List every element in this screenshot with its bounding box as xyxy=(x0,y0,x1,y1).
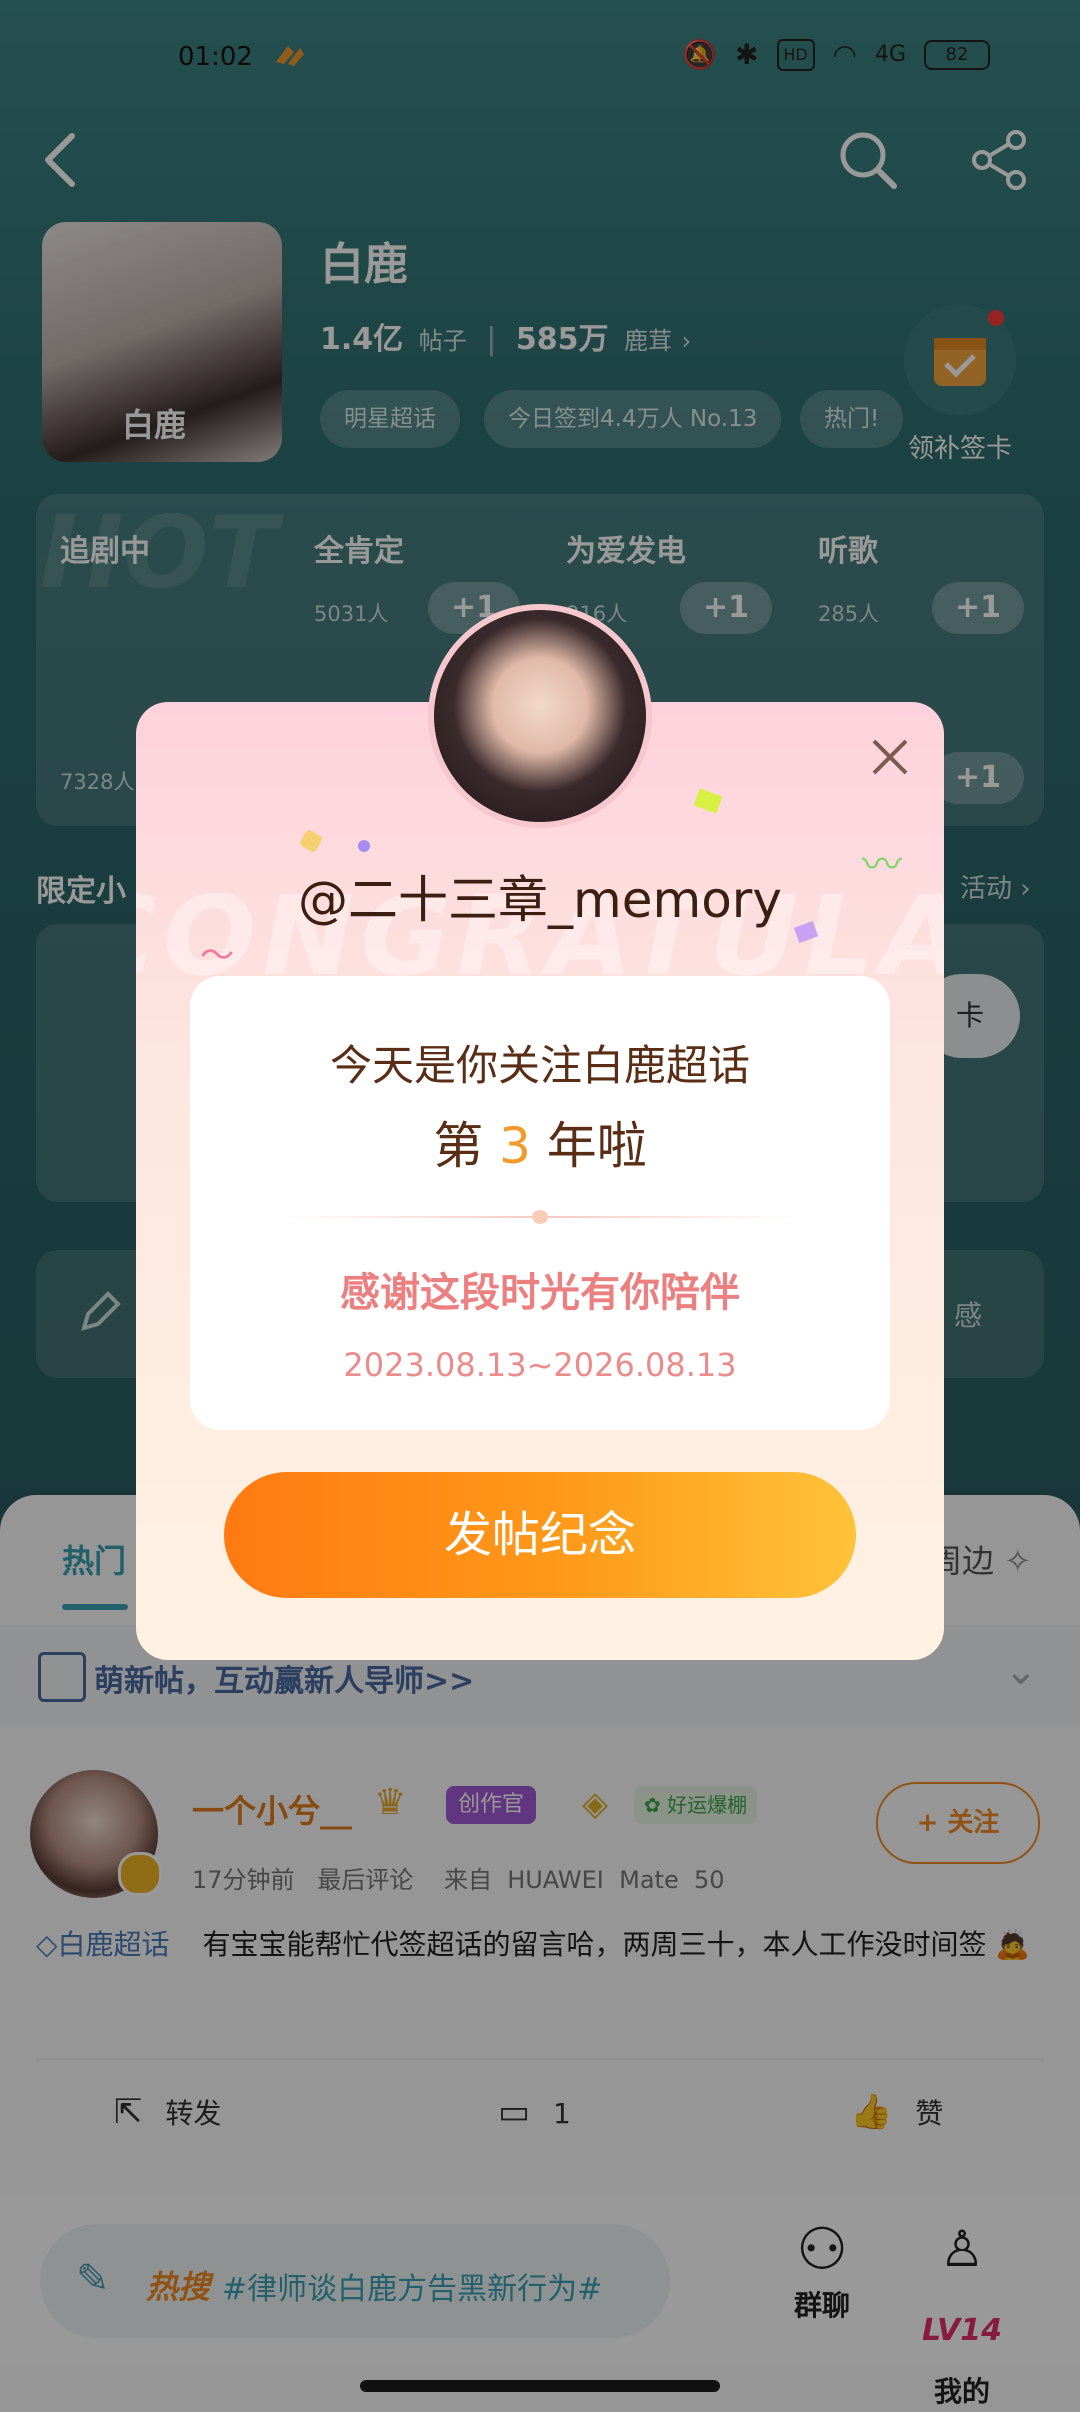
years-number: 3 xyxy=(499,1117,531,1175)
close-icon xyxy=(872,739,908,775)
date-range: 2023.08.13~2026.08.13 xyxy=(343,1346,737,1384)
years-suffix: 年啦 xyxy=(530,1117,647,1175)
modal-username: @二十三章_memory xyxy=(298,871,782,929)
post-commemorate-button[interactable]: 发帖纪念 xyxy=(224,1472,856,1598)
heart-icon xyxy=(532,1210,548,1224)
years-message: 第 3 年啦 xyxy=(190,1106,890,1178)
confetti-dot xyxy=(358,840,370,852)
years-prefix: 第 xyxy=(433,1117,500,1175)
follow-message: 今天是你关注白鹿超话 xyxy=(329,1041,750,1090)
confetti-gold xyxy=(298,828,324,854)
home-indicator[interactable] xyxy=(360,2380,720,2392)
thanks-message: 感谢这段时光有你陪伴 xyxy=(340,1270,740,1316)
anniversary-card: 今天是你关注白鹿超话 第 3 年啦 感谢这段时光有你陪伴 2023.08.13~… xyxy=(190,976,890,1430)
confetti-yellow xyxy=(693,788,723,814)
close-button[interactable] xyxy=(868,735,912,779)
confetti-pink: 〜 xyxy=(200,936,234,976)
user-avatar-image xyxy=(434,610,646,822)
user-avatar xyxy=(428,604,652,828)
